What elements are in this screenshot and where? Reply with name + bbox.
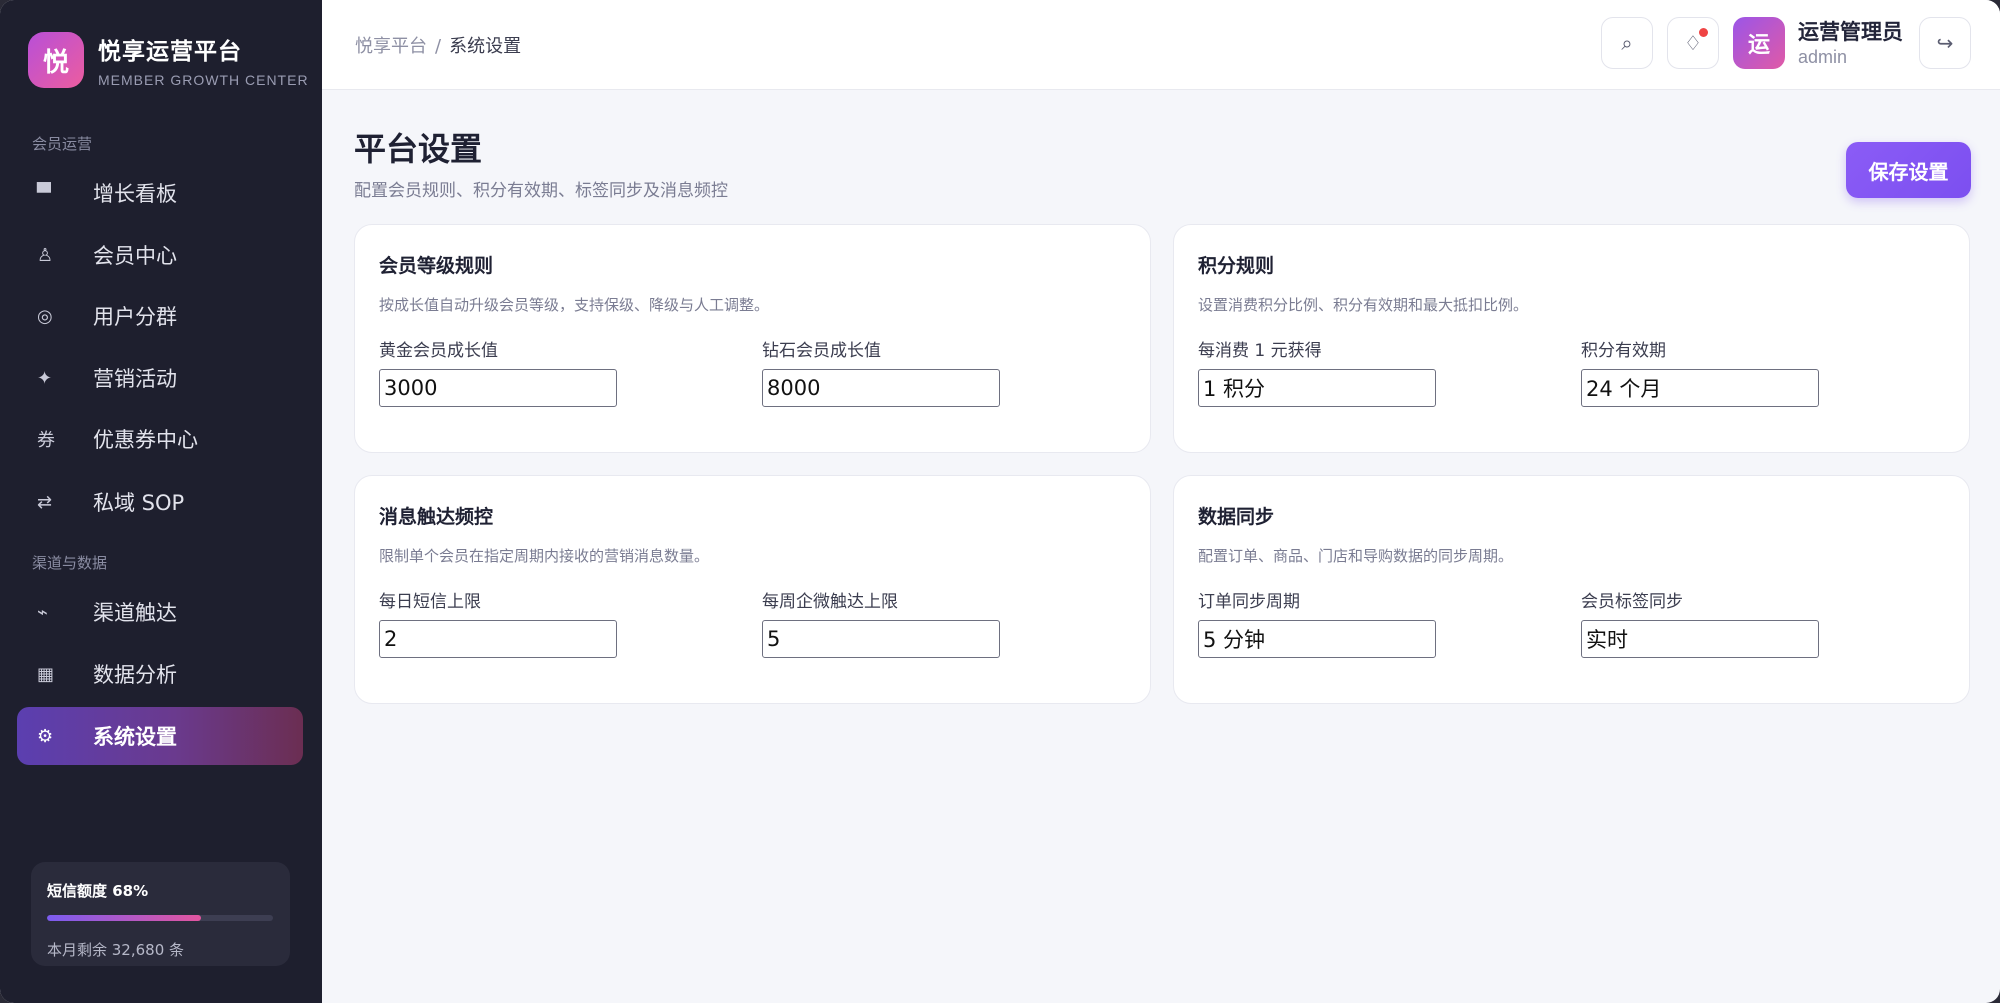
quota-title: 短信额度 68% — [47, 882, 149, 900]
dashboard-icon: ▀ — [37, 182, 51, 204]
sidebar-item-label: 数据分析 — [93, 663, 177, 687]
card-title: 积分规则 — [1198, 255, 1275, 277]
sidebar: 悦 悦享运营平台 MEMBER GROWTH CENTER 会员运营 ▀ 增长看… — [0, 0, 322, 1003]
sidebar-item-member-center[interactable]: ♙ 会员中心 — [17, 226, 303, 284]
save-settings-button[interactable]: 保存设置 — [1846, 142, 1971, 198]
brand-title: 悦享运营平台 — [98, 39, 242, 65]
settings-card-message-frequency: 消息触达频控 限制单个会员在指定周期内接收的营销消息数量。 每日短信上限 每周企… — [354, 475, 1151, 704]
field-label: 每周企微触达上限 — [762, 592, 898, 612]
field-label: 钻石会员成长值 — [762, 341, 881, 361]
sidebar-item-label: 营销活动 — [93, 367, 177, 391]
sidebar-item-label: 用户分群 — [93, 305, 177, 329]
field-label: 每日短信上限 — [379, 592, 481, 612]
sidebar-item-label: 系统设置 — [93, 725, 177, 749]
settings-card-points-rules: 积分规则 设置消费积分比例、积分有效期和最大抵扣比例。 每消费 1 元获得 积分… — [1173, 224, 1970, 453]
sidebar-item-label: 渠道触达 — [93, 601, 177, 625]
logout-button[interactable]: ↪ — [1919, 17, 1971, 69]
sparkle-icon: ✦ — [37, 367, 53, 389]
sidebar-item-user-segments[interactable]: ◎ 用户分群 — [17, 287, 303, 345]
card-description: 限制单个会员在指定周期内接收的营销消息数量。 — [379, 547, 710, 565]
order-sync-period-input[interactable] — [1198, 620, 1436, 658]
search-icon: ⌕ — [1621, 31, 1633, 55]
sidebar-item-system-settings[interactable]: ⚙ 系统设置 — [17, 707, 303, 765]
user-role: admin — [1798, 47, 1848, 67]
breadcrumb-separator: / — [435, 36, 442, 57]
daily-sms-limit-input[interactable] — [379, 620, 617, 658]
card-title: 消息触达频控 — [379, 506, 494, 528]
quota-progress-track — [47, 915, 273, 921]
card-title: 会员等级规则 — [379, 255, 494, 277]
member-icon: ♙ — [37, 244, 54, 266]
field-label: 黄金会员成长值 — [379, 341, 498, 361]
breadcrumb: 悦享平台 / 系统设置 — [355, 32, 521, 58]
sidebar-item-channel-reach[interactable]: ⌁ 渠道触达 — [17, 583, 303, 641]
breadcrumb-current: 系统设置 — [449, 36, 522, 57]
sidebar-item-label: 优惠券中心 — [93, 428, 198, 452]
card-description: 配置订单、商品、门店和导购数据的同步周期。 — [1198, 547, 1514, 565]
gear-icon: ⚙ — [37, 725, 54, 747]
notification-dot — [1699, 28, 1708, 37]
avatar[interactable]: 运 — [1733, 17, 1785, 69]
card-description: 按成长值自动升级会员等级，支持保级、降级与人工调整。 — [379, 296, 770, 314]
diamond-growth-input[interactable] — [762, 369, 1000, 407]
sidebar-item-label: 私域 SOP — [93, 491, 185, 515]
card-title: 数据同步 — [1198, 506, 1275, 528]
brand-logo: 悦 — [28, 32, 84, 88]
sidebar-item-private-sop[interactable]: ⇄ 私域 SOP — [17, 473, 303, 531]
field-label: 订单同步周期 — [1198, 592, 1300, 612]
sidebar-item-label: 增长看板 — [93, 182, 177, 206]
pulse-icon: ⌁ — [37, 601, 48, 623]
user-name: 运营管理员 — [1798, 20, 1903, 44]
coupon-icon: 券 — [37, 430, 55, 451]
member-tag-sync-input[interactable] — [1581, 620, 1819, 658]
weekly-wecom-limit-input[interactable] — [762, 620, 1000, 658]
sidebar-item-label: 会员中心 — [93, 244, 177, 268]
chart-icon: ▦ — [37, 663, 55, 685]
section-label-member-ops: 会员运营 — [32, 135, 93, 153]
field-label: 会员标签同步 — [1581, 592, 1683, 612]
points-per-yuan-input[interactable] — [1198, 369, 1436, 407]
page-title: 平台设置 — [354, 130, 483, 168]
card-description: 设置消费积分比例、积分有效期和最大抵扣比例。 — [1198, 296, 1529, 314]
page-subtitle: 配置会员规则、积分有效期、标签同步及消息频控 — [354, 181, 728, 201]
brand[interactable]: 悦 悦享运营平台 MEMBER GROWTH CENTER — [28, 32, 309, 88]
field-label: 每消费 1 元获得 — [1198, 341, 1322, 361]
sidebar-item-campaigns[interactable]: ✦ 营销活动 — [17, 349, 303, 407]
quota-remaining: 本月剩余 32,680 条 — [47, 941, 185, 959]
sidebar-item-coupon-center[interactable]: 券 优惠券中心 — [17, 410, 303, 468]
points-validity-input[interactable] — [1581, 369, 1819, 407]
breadcrumb-root[interactable]: 悦享平台 — [355, 36, 427, 57]
section-label-channels-data: 渠道与数据 — [32, 554, 108, 572]
swap-icon: ⇄ — [37, 491, 53, 513]
sidebar-item-growth-dashboard[interactable]: ▀ 增长看板 — [17, 164, 303, 222]
search-button[interactable]: ⌕ — [1601, 17, 1653, 69]
logout-icon: ↪ — [1936, 31, 1954, 55]
sms-quota-card: 短信额度 68% 本月剩余 32,680 条 — [31, 862, 290, 966]
top-header: 悦享平台 / 系统设置 ⌕ ♢ 运 运营管理员 admin ↪ — [322, 0, 2000, 90]
segment-icon: ◎ — [37, 305, 53, 327]
app-window: 悦 悦享运营平台 MEMBER GROWTH CENTER 会员运营 ▀ 增长看… — [0, 0, 2000, 1003]
settings-card-member-levels: 会员等级规则 按成长值自动升级会员等级，支持保级、降级与人工调整。 黄金会员成长… — [354, 224, 1151, 453]
quota-progress-fill — [47, 915, 201, 921]
notification-button[interactable]: ♢ — [1667, 17, 1719, 69]
settings-card-data-sync: 数据同步 配置订单、商品、门店和导购数据的同步周期。 订单同步周期 会员标签同步 — [1173, 475, 1970, 704]
brand-subtitle: MEMBER GROWTH CENTER — [98, 72, 309, 88]
gold-growth-input[interactable] — [379, 369, 617, 407]
field-label: 积分有效期 — [1581, 341, 1666, 361]
sidebar-item-data-analysis[interactable]: ▦ 数据分析 — [17, 645, 303, 703]
